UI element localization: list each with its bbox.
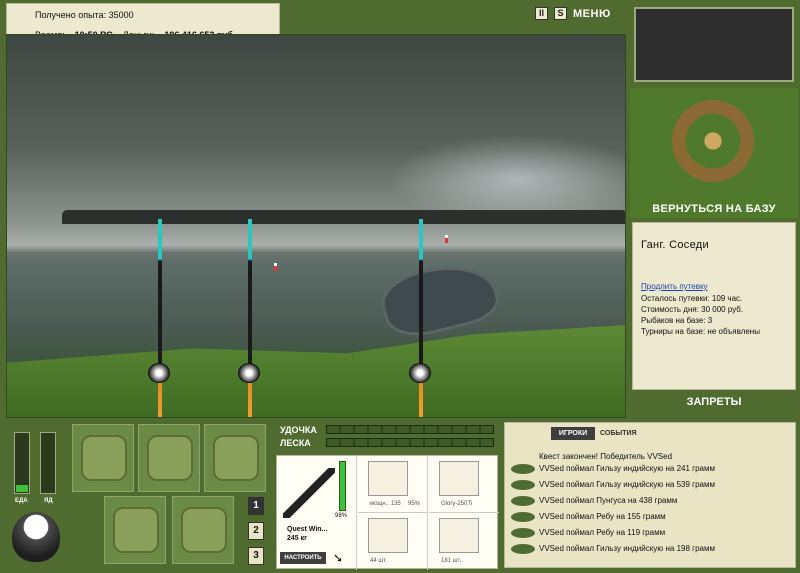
boat <box>375 254 504 344</box>
reel-durability: 95% <box>408 501 421 507</box>
lure-icon <box>439 461 479 496</box>
reel-icon <box>409 363 431 383</box>
list-item: VVSed поймал Ребу на 119 грамм <box>509 526 793 540</box>
tools-icon <box>213 435 259 481</box>
lure-slot[interactable]: Glory-250Ti <box>429 456 499 513</box>
sound-button[interactable]: S <box>554 7 567 20</box>
quest-message: Квест закончен! Победитель VVSed <box>539 452 673 461</box>
reel-icon <box>368 461 408 496</box>
fishing-rod-3[interactable] <box>419 219 423 417</box>
food-pot-icon[interactable] <box>12 512 60 562</box>
tab-events[interactable]: СОБЫТИЯ <box>600 430 637 437</box>
fish-icon <box>511 496 535 506</box>
inventory-bag[interactable] <box>72 424 134 492</box>
inventory-bucket[interactable] <box>172 496 234 564</box>
return-base-panel[interactable]: ВЕРНУТЬСЯ НА БАЗУ <box>630 88 798 218</box>
fish-icon <box>511 464 535 474</box>
rod-name: Quest Win... <box>287 526 328 533</box>
line-tension-bar <box>326 438 494 447</box>
fish-icon <box>511 480 535 490</box>
pause-button[interactable]: II <box>535 7 548 20</box>
event-text: VVSed поймал Гильзу индийскую на 539 гра… <box>539 480 715 489</box>
fish-icon <box>511 544 535 554</box>
base-title: Ганг. Соседи <box>641 239 709 251</box>
list-item: VVSed поймал Гильзу индийскую на 539 гра… <box>509 478 793 492</box>
experience-text: Получено опыта: 35000 <box>35 10 134 20</box>
tournaments-status: Турниры на базе: не объявлены <box>641 327 760 336</box>
events-panel: ИГРОКИ СОБЫТИЯ Квест закончен! Победител… <box>504 422 796 568</box>
inventory-basket[interactable] <box>104 496 166 564</box>
day-cost: Стоимость дня: 30 000 руб. <box>641 305 744 314</box>
ship-wheel-icon[interactable] <box>672 100 754 182</box>
event-text: VVSed поймал Ребу на 155 грамм <box>539 512 666 521</box>
poison-gauge <box>40 432 56 494</box>
bag-icon <box>81 435 127 481</box>
rod-tension-bar <box>326 425 494 434</box>
tab-players[interactable]: ИГРОКИ <box>551 427 595 440</box>
hook-slot[interactable]: 44 шт. <box>358 513 428 570</box>
bans-button[interactable]: ЗАПРЕТЫ <box>630 396 798 408</box>
page-button-2[interactable]: 2 <box>248 522 264 540</box>
event-text: VVSed поймал Пунгуса на 438 грамм <box>539 496 678 505</box>
buoy-marker <box>445 235 448 243</box>
list-item: VVSed поймал Гильзу индийскую на 241 гра… <box>509 462 793 476</box>
rod-durability: 98% <box>335 513 348 519</box>
page-button-3[interactable]: 3 <box>248 547 264 565</box>
base-info-panel: Ганг. Соседи Продлить путевку Осталось п… <box>632 222 796 390</box>
list-item: VVSed поймал Ребу на 155 грамм <box>509 510 793 524</box>
fish-icon <box>511 528 535 538</box>
poison-label: ЯД <box>44 498 53 504</box>
event-text: VVSed поймал Гильзу индийскую на 198 гра… <box>539 544 715 553</box>
food-gauge <box>14 432 30 494</box>
food-label: ЕДА <box>15 498 28 504</box>
rod-icon <box>283 468 335 518</box>
buoy-marker <box>274 263 277 271</box>
basket-icon <box>113 507 159 553</box>
fish-icon <box>511 512 535 522</box>
setup-button[interactable]: НАСТРОИТЬ <box>280 552 326 564</box>
fishing-rod-1[interactable] <box>158 219 162 417</box>
hook-icon <box>368 518 408 553</box>
permit-remaining: Осталось путевки: 109 час. <box>641 294 743 303</box>
rod-slot[interactable]: 98% Quest Win... 245 кг НАСТРОИТЬ ➘ <box>277 456 357 570</box>
extend-permit-link[interactable]: Продлить путевку <box>641 282 708 291</box>
list-item: VVSed поймал Пунгуса на 438 грамм <box>509 494 793 508</box>
far-shore <box>62 210 625 224</box>
hook-count: 44 шт. <box>370 558 387 564</box>
bucket-icon <box>181 507 227 553</box>
line-label: ЛЕСКА <box>280 438 311 448</box>
inventory-tools[interactable] <box>204 424 266 492</box>
reel-icon <box>148 363 170 383</box>
arrow-icon[interactable]: ➘ <box>333 551 343 565</box>
reel-slot[interactable]: мощн.: 135 95% <box>358 456 428 513</box>
rod-weight: 245 кг <box>287 535 308 542</box>
page-button-1[interactable]: 1 <box>248 497 264 515</box>
bait-count: 181 шт. <box>441 558 462 564</box>
list-item: VVSed поймал Гильзу индийскую на 198 гра… <box>509 542 793 556</box>
reel-icon <box>238 363 260 383</box>
menu-button[interactable]: МЕНЮ <box>573 8 611 20</box>
event-text: VVSed поймал Гильзу индийскую на 241 гра… <box>539 464 715 473</box>
rod-durability-bar <box>339 461 346 511</box>
minimap <box>634 7 794 82</box>
reel-power: мощн.: 135 <box>370 501 401 507</box>
lure-name: Glory-250Ti <box>441 501 473 507</box>
inventory-sack[interactable] <box>138 424 200 492</box>
food-gauge-fill <box>16 485 28 492</box>
gear-panel: 98% Quest Win... 245 кг НАСТРОИТЬ ➘ мощн… <box>276 455 499 570</box>
bait-icon <box>439 518 479 553</box>
grass-shore <box>7 325 625 417</box>
bait-slot[interactable]: 181 шт. <box>429 513 499 570</box>
rod-label: УДОЧКА <box>280 425 317 435</box>
return-to-base-button[interactable]: ВЕРНУТЬСЯ НА БАЗУ <box>630 203 798 215</box>
anglers-count: Рыбаков на базе: 3 <box>641 316 713 325</box>
fishing-rod-2[interactable] <box>248 219 252 417</box>
sack-icon <box>147 435 193 481</box>
fishing-scene[interactable] <box>6 34 626 418</box>
event-text: VVSed поймал Ребу на 119 грамм <box>539 528 666 537</box>
